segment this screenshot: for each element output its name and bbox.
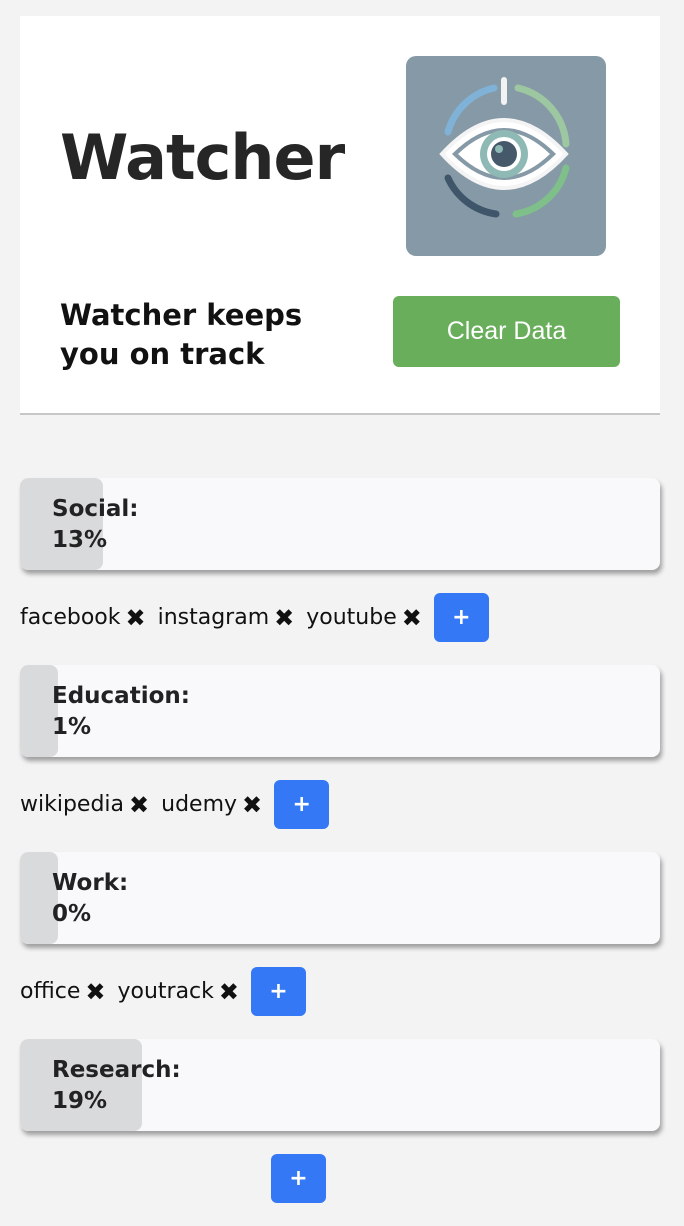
site-name: instagram xyxy=(157,605,270,630)
category-block: Research: 19% + xyxy=(20,1039,660,1226)
remove-site-icon[interactable]: ✖ xyxy=(85,980,105,1004)
add-site-button[interactable]: + xyxy=(251,967,307,1016)
category-text: Work: 0% xyxy=(52,868,128,930)
site-tag: office ✖ xyxy=(20,979,105,1004)
category-text: Education: 1% xyxy=(52,681,190,743)
remove-site-icon[interactable]: ✖ xyxy=(242,793,262,817)
site-tag: youtrack ✖ xyxy=(117,979,239,1004)
site-name: udemy xyxy=(161,792,238,817)
category-label: Research: xyxy=(52,1057,181,1083)
eye-logo-icon xyxy=(406,56,606,256)
remove-site-icon[interactable]: ✖ xyxy=(402,606,422,630)
category-block: Social: 13% facebook ✖ instagram ✖ youtube ✖ + xyxy=(20,478,660,665)
category-text: Research: 19% xyxy=(52,1055,181,1117)
site-tag: facebook ✖ xyxy=(20,605,146,630)
add-site-button[interactable]: + xyxy=(271,1154,326,1203)
app-title: Watcher xyxy=(60,121,345,194)
category-label: Social: xyxy=(52,496,139,522)
clear-data-button[interactable]: Clear Data xyxy=(393,296,620,367)
category-progress-card: Work: 0% xyxy=(20,852,660,944)
site-name: youtrack xyxy=(117,979,214,1004)
category-percent: 19% xyxy=(52,1088,108,1114)
site-list: office ✖ youtrack ✖ + xyxy=(20,944,660,1039)
category-percent: 0% xyxy=(52,901,92,927)
category-block: Work: 0% office ✖ youtrack ✖ + xyxy=(20,852,660,1039)
category-percent: 13% xyxy=(52,527,108,553)
remove-site-icon[interactable]: ✖ xyxy=(125,606,145,630)
category-progress-card: Research: 19% xyxy=(20,1039,660,1131)
site-list: facebook ✖ instagram ✖ youtube ✖ + xyxy=(20,570,660,665)
add-site-button[interactable]: + xyxy=(433,593,489,642)
site-tag: wikipedia ✖ xyxy=(20,792,149,817)
remove-site-icon[interactable]: ✖ xyxy=(219,980,239,1004)
site-list: wikipedia ✖ udemy ✖ + xyxy=(20,757,660,852)
site-tag: udemy ✖ xyxy=(161,792,262,817)
remove-site-icon[interactable]: ✖ xyxy=(129,793,149,817)
add-site-button[interactable]: + xyxy=(274,780,330,829)
site-name: facebook xyxy=(20,605,121,630)
site-name: office xyxy=(20,979,81,1004)
site-name: youtube xyxy=(306,605,397,630)
tagline: Watcher keeps you on track xyxy=(60,298,303,371)
site-list: + xyxy=(20,1131,660,1226)
category-progress-card: Education: 1% xyxy=(20,665,660,757)
header: Watcher Watcher keeps you on track Clear… xyxy=(20,16,660,415)
category-label: Education: xyxy=(52,683,190,709)
category-percent: 1% xyxy=(52,714,92,740)
site-tag: youtube ✖ xyxy=(306,605,422,630)
site-tag: instagram ✖ xyxy=(158,605,295,630)
category-block: Education: 1% wikipedia ✖ udemy ✖ + xyxy=(20,665,660,852)
remove-site-icon[interactable]: ✖ xyxy=(274,606,294,630)
site-name: wikipedia xyxy=(20,792,125,817)
category-label: Work: xyxy=(52,870,129,896)
category-progress-card: Social: 13% xyxy=(20,478,660,570)
category-list: Social: 13% facebook ✖ instagram ✖ youtube ✖ + Ed… xyxy=(20,478,660,1226)
category-text: Social: 13% xyxy=(52,494,139,556)
